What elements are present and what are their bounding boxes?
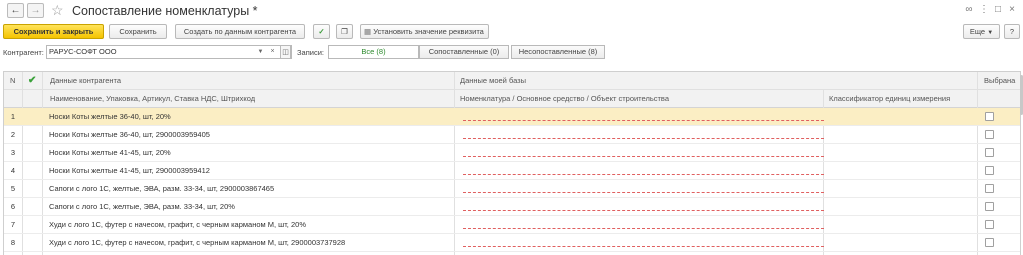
counterparty-item-name: Носки Коты желтые 41-45, шт, 20% [49, 148, 171, 157]
maximize-icon[interactable]: □ [992, 3, 1004, 17]
col-counterparty-subheader[interactable]: Наименование, Упаковка, Артикул, Ставка … [46, 90, 255, 108]
col-selected-header[interactable]: Выбрана [980, 72, 1015, 90]
clear-button[interactable]: × [267, 45, 278, 59]
counterparty-item-name: Носки Коты желтые 41-45, шт, 29000039594… [49, 166, 210, 175]
nomenclature-empty-field[interactable] [463, 246, 824, 247]
table-row[interactable]: 7 Худи с лого 1С, футер с начесом, графит… [4, 216, 1020, 234]
arrow-left-icon: ← [10, 5, 21, 16]
table-row[interactable]: 8 Худи с лого 1С, футер с начесом, графит… [4, 234, 1020, 252]
match-check-button[interactable]: ✓ [313, 24, 330, 39]
more-button[interactable]: Еще ▼ [963, 24, 1000, 39]
selected-checkbox[interactable] [985, 112, 994, 121]
open-link-icon: ◫ [282, 49, 289, 56]
nomenclature-empty-field[interactable] [463, 138, 824, 139]
nomenclature-empty-field[interactable] [463, 156, 824, 157]
help-button[interactable]: ? [1004, 24, 1020, 39]
records-label: Записи: [297, 48, 324, 57]
counterparty-item-name: Носки Коты желтые 36-40, шт, 20% [49, 112, 171, 121]
chevron-down-icon: ▼ [987, 30, 994, 36]
title-bar: ← → ☆ Сопоставление номенклатуры * ∞ ⋮ □… [0, 0, 1023, 22]
forward-button[interactable]: → [27, 3, 44, 18]
row-number: 1 [10, 112, 16, 121]
col-my-base-header[interactable]: Данные моей базы [456, 72, 526, 90]
selected-checkbox[interactable] [985, 202, 994, 211]
counterparty-item-name: Худи с лого 1С, футер с начесом, графит,… [49, 220, 306, 229]
col-my-base-subheader[interactable]: Номенклатура / Основное средство / Объек… [456, 90, 669, 108]
row-number: 4 [10, 166, 16, 175]
matching-table: N ✔ Данные контрагента Данные моей базы … [3, 71, 1021, 255]
check-list-icon: ✓ [318, 27, 325, 36]
row-number: 8 [10, 238, 16, 247]
filter-matched-segment[interactable]: Сопоставленные (0) [419, 45, 509, 59]
more-label: Еще [969, 27, 986, 36]
nomenclature-empty-field[interactable] [463, 210, 824, 211]
menu-dots-icon[interactable]: ⋮ [978, 3, 990, 17]
table-row[interactable]: 1 Носки Коты желтые 36-40, шт, 20% [4, 108, 1020, 126]
row-number: 3 [10, 148, 16, 157]
set-attribute-button[interactable]: ▦ Установить значение реквизита [360, 24, 489, 39]
counterparty-item-name: Носки Коты желтые 36-40, шт, 29000039594… [49, 130, 210, 139]
selected-checkbox[interactable] [985, 238, 994, 247]
page-title: Сопоставление номенклатуры * [72, 4, 258, 18]
nomenclature-empty-field[interactable] [463, 192, 824, 193]
create-by-counterparty-button[interactable]: Создать по данным контрагента [175, 24, 305, 39]
table-row[interactable]: 5 Сапоги с лого 1С, желтые, ЭВА, разм. 33… [4, 180, 1020, 198]
nomenclature-empty-field[interactable] [463, 120, 824, 121]
link-icon[interactable]: ∞ [963, 3, 975, 17]
check-icon: ✔ [28, 75, 37, 86]
nomenclature-empty-field[interactable] [463, 174, 824, 175]
table-row[interactable]: 6 Сапоги с лого 1С, желтые, ЭВА, разм. 33… [4, 198, 1020, 216]
counterparty-item-name: Худи с лого 1С, футер с начесом, графит,… [49, 238, 346, 247]
row-number: 7 [10, 220, 16, 229]
row-number: 2 [10, 130, 16, 139]
arrow-right-icon: → [30, 5, 41, 16]
counterparty-item-name: Сапоги с лого 1С, желтые, ЭВА, разм. 33-… [49, 184, 275, 193]
nomenclature-empty-field[interactable] [463, 228, 824, 229]
counterparty-item-name: Сапоги с лого 1С, желтые, ЭВА, разм. 33-… [49, 202, 235, 211]
filter-all-segment[interactable]: Все (8) [328, 45, 419, 59]
table-header-row: N ✔ Данные контрагента Данные моей базы … [4, 72, 1020, 90]
counterparty-label: Контрагент: [3, 48, 44, 57]
row-number: 5 [10, 184, 16, 193]
close-icon[interactable]: × [1006, 3, 1018, 17]
counterparty-value: РАРУС-СОФТ ООО [49, 47, 117, 56]
selected-checkbox[interactable] [985, 148, 994, 157]
set-attribute-label: Установить значение реквизита [373, 27, 484, 36]
chevron-down-icon: ▼ [257, 49, 264, 55]
save-button[interactable]: Сохранить [109, 24, 167, 39]
selected-checkbox[interactable] [985, 166, 994, 175]
clear-icon: × [270, 48, 275, 55]
selected-checkbox[interactable] [985, 130, 994, 139]
filter-unmatched-segment[interactable]: Несопоставленные (8) [511, 45, 605, 59]
table-subheader-row: Наименование, Упаковка, Артикул, Ставка … [4, 90, 1020, 108]
dropdown-button[interactable]: ▼ [255, 45, 266, 59]
col-classifier-header[interactable]: Классификатор единиц измерения [825, 90, 950, 108]
copy-button[interactable]: ❐ [336, 24, 353, 39]
table-row[interactable]: 2 Носки Коты желтые 36-40, шт, 2900003959… [4, 126, 1020, 144]
col-counterparty-header[interactable]: Данные контрагента [46, 72, 121, 90]
table-row[interactable]: 4 Носки Коты желтые 41-45, шт, 2900003959… [4, 162, 1020, 180]
set-attribute-icon: ▦ [364, 27, 372, 36]
selected-checkbox[interactable] [985, 220, 994, 229]
selected-checkbox[interactable] [985, 184, 994, 193]
star-icon[interactable]: ☆ [51, 1, 64, 19]
copy-icon: ❐ [341, 27, 348, 36]
back-button[interactable]: ← [7, 3, 24, 18]
open-button[interactable]: ◫ [280, 45, 291, 59]
table-row[interactable]: 3 Носки Коты желтые 41-45, шт, 20% [4, 144, 1020, 162]
row-number: 6 [10, 202, 16, 211]
save-and-close-button[interactable]: Сохранить и закрыть [3, 24, 104, 39]
col-n-header[interactable]: N [6, 72, 15, 90]
